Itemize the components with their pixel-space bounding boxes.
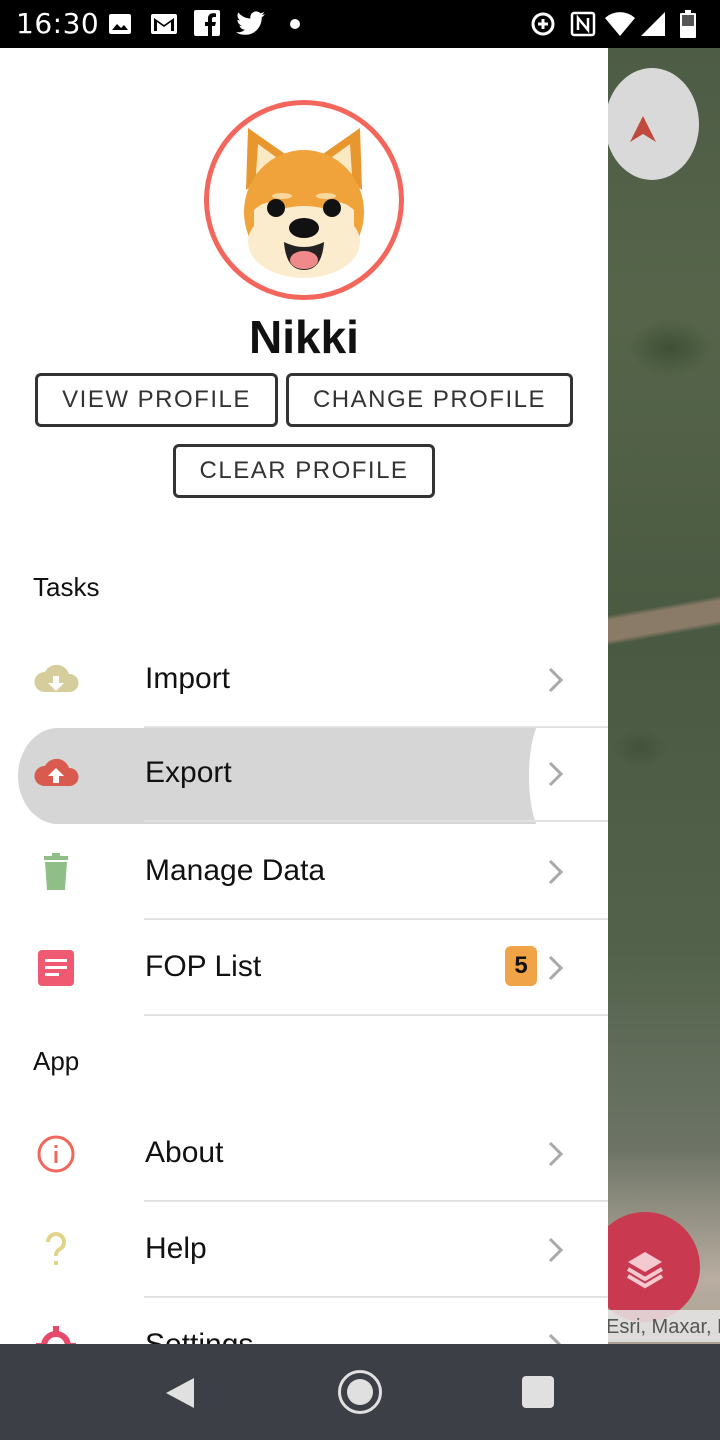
- status-time: 16:30: [16, 7, 100, 40]
- signal-icon: [641, 12, 665, 36]
- menu-item-import[interactable]: Import: [0, 632, 608, 728]
- home-icon[interactable]: [338, 1370, 382, 1414]
- clear-profile-button[interactable]: CLEAR PROFILE: [173, 444, 435, 498]
- chevron-right-icon: [548, 1333, 562, 1344]
- map-view[interactable]: [600, 48, 720, 1344]
- wifi-icon: [605, 12, 635, 36]
- question-icon: [32, 1226, 80, 1274]
- notification-dot-icon: [290, 19, 300, 29]
- navigation-arrow-icon: [630, 116, 656, 142]
- profile-avatar[interactable]: [204, 100, 404, 300]
- chevron-right-icon: [548, 955, 564, 981]
- menu-item-manage-data[interactable]: Manage Data: [0, 824, 608, 920]
- system-nav-bar: [0, 1344, 720, 1440]
- menu-item-label: Settings: [145, 1328, 253, 1344]
- info-icon: [32, 1130, 80, 1178]
- cloud-download-icon: [32, 656, 80, 704]
- section-title-app: App: [33, 1046, 80, 1076]
- view-profile-button[interactable]: VIEW PROFILE: [35, 373, 278, 427]
- gmail-icon: [151, 14, 177, 34]
- cloud-upload-icon: [32, 750, 80, 798]
- menu-item-help[interactable]: Help: [0, 1202, 608, 1298]
- section-title-tasks: Tasks: [33, 572, 100, 602]
- menu-item-label: Import: [145, 662, 231, 695]
- chevron-right-icon: [548, 859, 564, 885]
- image-icon: [109, 14, 131, 34]
- facebook-icon: [194, 10, 220, 36]
- shiba-dog-icon: [244, 128, 364, 278]
- battery-icon: [680, 10, 696, 38]
- list-document-icon: [32, 944, 80, 992]
- menu-item-fop-list[interactable]: FOP List 5: [0, 920, 608, 1016]
- chevron-right-icon: [548, 667, 564, 693]
- divider: [144, 1014, 608, 1016]
- twitter-icon: [236, 11, 265, 35]
- status-bar: 16:30: [0, 0, 720, 48]
- data-saver-icon: [531, 12, 555, 36]
- nfc-icon: [570, 11, 596, 37]
- locate-button[interactable]: [605, 68, 699, 180]
- menu-item-export[interactable]: Export: [0, 726, 608, 824]
- chevron-right-icon: [548, 1141, 564, 1167]
- change-profile-button[interactable]: CHANGE PROFILE: [286, 373, 573, 427]
- profile-name: Nikki: [249, 311, 359, 363]
- back-icon[interactable]: [164, 1376, 196, 1410]
- chevron-right-icon: [548, 761, 564, 787]
- menu-item-settings[interactable]: Settings: [0, 1298, 608, 1344]
- menu-item-label: Export: [145, 756, 232, 789]
- trash-icon: [32, 848, 80, 896]
- map-attribution: Esri, Maxar, Earthstar Geographics, and …: [604, 1310, 720, 1342]
- gear-icon: [32, 1322, 80, 1344]
- menu-item-label: Manage Data: [145, 854, 326, 887]
- menu-item-about[interactable]: About: [0, 1106, 608, 1202]
- count-badge: 5: [505, 946, 537, 986]
- menu-item-label: FOP List: [145, 950, 262, 983]
- navigation-drawer: Nikki VIEW PROFILE CHANGE PROFILE CLEAR …: [0, 48, 608, 1344]
- menu-item-label: Help: [145, 1232, 207, 1265]
- selected-highlight: [18, 728, 541, 824]
- menu-item-label: About: [145, 1136, 224, 1169]
- recent-apps-icon[interactable]: [522, 1376, 554, 1408]
- divider: [144, 820, 608, 822]
- chevron-right-icon: [548, 1237, 564, 1263]
